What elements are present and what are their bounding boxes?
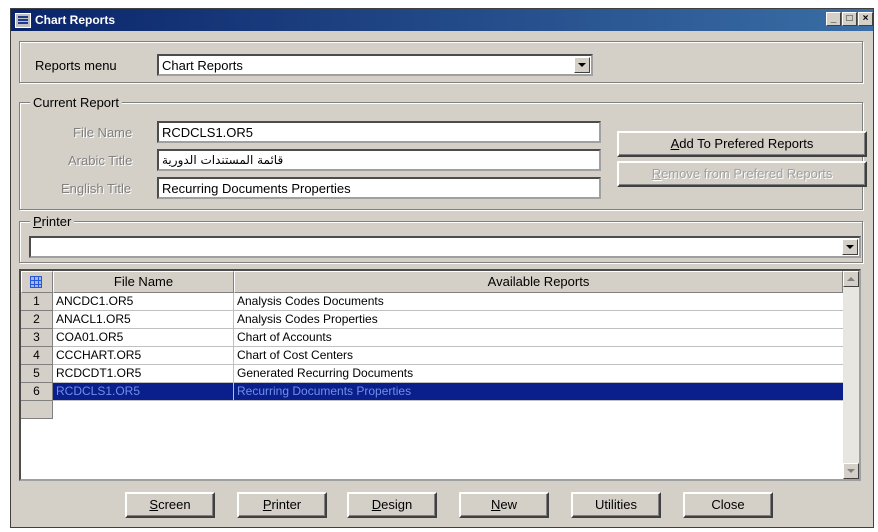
printer-combo[interactable]: [29, 236, 861, 258]
utilities-button-label: Utilities: [595, 497, 637, 512]
row-number[interactable]: 1: [21, 293, 53, 311]
file-name-field[interactable]: RCDCLS1.OR5: [157, 121, 601, 143]
grid-corner[interactable]: [21, 271, 53, 293]
reports-menu-combo[interactable]: Chart Reports: [157, 54, 593, 76]
table-row[interactable]: 4 CCCHART.OR5 Chart of Cost Centers: [21, 347, 843, 365]
row-file-name[interactable]: COA01.OR5: [53, 329, 234, 347]
add-button-accel: A: [670, 136, 680, 151]
english-title-field[interactable]: Recurring Documents Properties: [157, 177, 601, 199]
english-title-label: English Title: [61, 181, 132, 196]
table-row[interactable]: 1 ANCDC1.OR5 Analysis Codes Documents: [21, 293, 843, 311]
row-file-name[interactable]: CCCHART.OR5: [53, 347, 234, 365]
screen-button-accel: S: [149, 497, 159, 512]
printer-group-label: Printer: [30, 214, 75, 229]
title-bar[interactable]: Chart Reports _ □ ×: [11, 9, 873, 31]
reports-menu-value: Chart Reports: [162, 58, 243, 73]
close-window-button[interactable]: ×: [858, 12, 873, 26]
remove-button-label: emove from Prefered Reports: [661, 166, 833, 181]
arabic-title-value: قائمة المستندات الدورية: [162, 153, 284, 167]
utilities-button[interactable]: Utilities: [571, 492, 661, 518]
table-row[interactable]: 5 RCDCDT1.OR5 Generated Recurring Docume…: [21, 365, 843, 383]
reports-grid[interactable]: File Name Available Reports 1 ANCDC1.OR5…: [19, 269, 861, 481]
row-report-name[interactable]: Chart of Accounts: [234, 329, 843, 347]
grid-table-icon: [30, 276, 42, 288]
row-file-name[interactable]: RCDCDT1.OR5: [53, 365, 234, 383]
arabic-title-field[interactable]: قائمة المستندات الدورية: [157, 149, 601, 171]
row-file-name[interactable]: ANCDC1.OR5: [53, 293, 234, 311]
row-number[interactable]: 5: [21, 365, 53, 383]
new-button[interactable]: New: [459, 492, 549, 518]
row-number[interactable]: 3: [21, 329, 53, 347]
close-button[interactable]: Close: [683, 492, 773, 518]
add-button-label: dd To Prefered Reports: [679, 136, 814, 151]
row-report-name[interactable]: Chart of Cost Centers: [234, 347, 843, 365]
printer-group-accel: P: [33, 214, 42, 229]
english-title-value: Recurring Documents Properties: [162, 181, 351, 196]
row-number[interactable]: 4: [21, 347, 53, 365]
row-report-name[interactable]: Generated Recurring Documents: [234, 365, 843, 383]
row-file-name[interactable]: RCDCLS1.OR5: [53, 383, 234, 401]
reports-menu-dropdown-icon[interactable]: [574, 57, 590, 73]
printer-group-label-text: rinter: [41, 214, 72, 229]
minimize-button[interactable]: _: [826, 12, 841, 26]
add-to-prefered-reports-button[interactable]: Add To Prefered Reports: [617, 131, 867, 157]
remove-from-prefered-reports-button[interactable]: Remove from Prefered Reports: [617, 161, 867, 187]
printer-button[interactable]: Printer: [237, 492, 327, 518]
scroll-down-icon[interactable]: [843, 463, 859, 479]
screen-button-label: creen: [158, 497, 191, 512]
row-report-name[interactable]: Analysis Codes Documents: [234, 293, 843, 311]
file-name-value: RCDCLS1.OR5: [162, 125, 254, 140]
remove-button-accel: R: [651, 166, 662, 181]
close-button-label: Close: [711, 497, 745, 512]
current-report-group-label: Current Report: [30, 95, 122, 110]
new-button-label: ew: [500, 497, 517, 512]
new-button-accel: N: [490, 497, 501, 512]
window-title: Chart Reports: [35, 13, 116, 27]
table-row-empty[interactable]: [21, 401, 843, 419]
printer-button-label: rinter: [271, 497, 302, 512]
row-number[interactable]: 2: [21, 311, 53, 329]
maximize-button[interactable]: □: [842, 12, 857, 26]
design-button-accel: D: [371, 497, 382, 512]
file-name-label: File Name: [73, 125, 133, 140]
grid-vertical-scrollbar[interactable]: [843, 271, 859, 479]
reports-menu-label: Reports menu: [35, 58, 117, 73]
printer-dropdown-icon[interactable]: [842, 239, 858, 255]
row-number-empty[interactable]: [21, 401, 53, 419]
row-file-name[interactable]: ANACL1.OR5: [53, 311, 234, 329]
row-report-name[interactable]: Recurring Documents Properties: [234, 383, 843, 401]
grid-header: File Name Available Reports: [21, 271, 843, 293]
arabic-title-label: Arabic Title: [68, 153, 133, 168]
table-row[interactable]: 2 ANACL1.OR5 Analysis Codes Properties: [21, 311, 843, 329]
table-row-selected[interactable]: 6 RCDCLS1.OR5 Recurring Documents Proper…: [21, 383, 843, 401]
design-button-label: esign: [381, 497, 413, 512]
column-header-file-name[interactable]: File Name: [53, 271, 234, 293]
design-button[interactable]: Design: [347, 492, 437, 518]
row-number[interactable]: 6: [21, 383, 53, 401]
row-report-name[interactable]: Analysis Codes Properties: [234, 311, 843, 329]
table-row[interactable]: 3 COA01.OR5 Chart of Accounts: [21, 329, 843, 347]
screen-button[interactable]: Screen: [125, 492, 215, 518]
printer-button-accel: P: [262, 497, 272, 512]
column-header-available-reports[interactable]: Available Reports: [234, 271, 843, 293]
scroll-up-icon[interactable]: [843, 271, 859, 287]
chart-reports-window: Chart Reports _ □ × Reports menu Chart Rep…: [10, 8, 874, 528]
app-icon[interactable]: [15, 13, 31, 28]
